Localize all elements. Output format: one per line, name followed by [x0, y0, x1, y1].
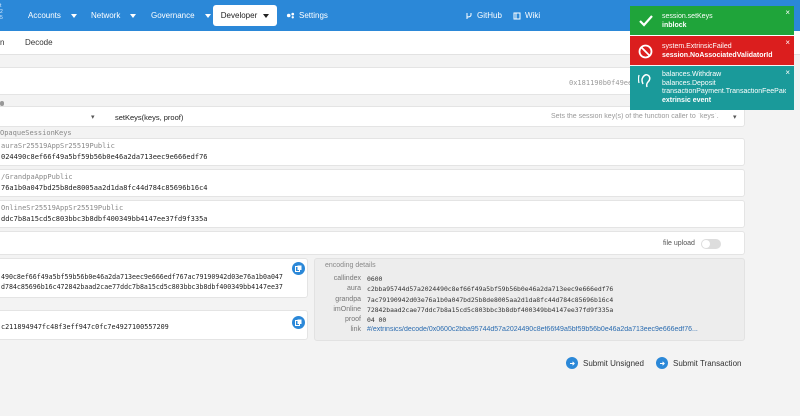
enc-val-grandpa: 7ac79190942d03e76a1b0a047bd25b8de8005aa2…: [367, 296, 614, 304]
encoded-hash-value: c211894947fc48f3eff947c0fc7e492710055720…: [1, 323, 169, 331]
encoded-call-hash[interactable]: c211894947fc48f3eff947c0fc7e492710055720…: [0, 310, 308, 340]
chevron-down-icon: [130, 13, 137, 18]
field-label: auraSr25519AppSr25519Public: [1, 142, 115, 150]
toast-error: system.ExtrinsicFailed session.NoAssocia…: [630, 36, 794, 65]
field-value: 024490c8ef66f49a5bf59b56b0e46a2da713eec9…: [1, 153, 208, 161]
tab-submission[interactable]: n: [0, 38, 4, 47]
nav-governance[interactable]: Governance: [151, 0, 211, 31]
nav-network-label: Network: [91, 11, 121, 20]
ban-icon: [638, 44, 653, 59]
aura-key-field[interactable]: auraSr25519AppSr25519Public 024490c8ef66…: [0, 138, 745, 166]
nav-developer[interactable]: Developer: [213, 5, 277, 26]
nav-developer-label: Developer: [220, 11, 258, 20]
close-icon[interactable]: ×: [785, 68, 790, 77]
nav-wiki-label: Wiki: [525, 11, 541, 20]
encoding-details-title: encoding details: [325, 262, 376, 269]
nav-accounts-label: Accounts: [28, 11, 61, 20]
github-icon: [466, 12, 472, 19]
field-label: /GrandpaAppPublic: [1, 173, 73, 181]
enc-val-callindex: 0600: [367, 275, 383, 283]
file-upload-label: file upload: [663, 240, 695, 247]
field-value: 76a1b0a047bd25b8de8005aa2d1da8fc44d784c8…: [1, 184, 208, 192]
enc-key-grandpa: grandpa: [335, 296, 361, 303]
toast-line: extrinsic event: [662, 96, 712, 104]
submit-transaction-label: Submit Transaction: [673, 358, 742, 368]
nav-accounts[interactable]: Accounts: [28, 0, 77, 31]
keys-type-label: OpaqueSessionKeys: [0, 129, 72, 137]
listen-icon: [638, 73, 651, 88]
module-dropdown-caret[interactable]: ▾: [91, 113, 95, 121]
toast-events: balances.Withdraw balances.Deposit trans…: [630, 66, 794, 110]
nav-settings[interactable]: Settings: [286, 0, 328, 31]
chevron-down-icon: [263, 13, 270, 18]
enc-val-aura: c2bba95744d57a2024490c8ef66f49a5bf59b56b…: [367, 285, 614, 293]
nav-github[interactable]: GitHub: [465, 0, 502, 31]
enc-link-value[interactable]: #/extrinsics/decode/0x0600c2bba95744d57a…: [367, 326, 735, 333]
nav-network[interactable]: Network: [91, 0, 137, 31]
chevron-down-icon: [204, 13, 211, 18]
call-description: Sets the session key(s) of the function …: [551, 113, 719, 120]
enc-key-link: link: [350, 326, 361, 333]
close-icon[interactable]: ×: [785, 38, 790, 47]
chain-selector-stub[interactable]: t 2 5: [0, 3, 10, 21]
nav-settings-label: Settings: [299, 11, 328, 20]
chevron-down-icon: [70, 13, 77, 18]
check-icon: [639, 15, 653, 27]
gear-icon: [286, 12, 295, 19]
chevron-down-icon[interactable]: ▾: [733, 113, 737, 121]
toast-line: system.ExtrinsicFailed: [662, 43, 732, 50]
enc-val-proof: 04 00: [367, 316, 387, 324]
sign-in-icon: [656, 357, 668, 369]
proof-field[interactable]: file upload: [0, 231, 745, 255]
toast-line: inblock: [662, 22, 687, 29]
nav-governance-label: Governance: [151, 11, 195, 20]
chain-stub-line: 5: [0, 15, 3, 21]
encoded-line-1: 490c8ef66f49a5bf59b56b0e46a2da713eec9e66…: [1, 273, 283, 281]
field-value: ddc7b8a15cd5c803bbc3b8dbf400349bb4147ee3…: [1, 215, 208, 223]
toast-line: balances.Withdraw: [662, 71, 722, 78]
enc-key-imonline: imOnline: [333, 306, 361, 313]
encoded-call-data[interactable]: 490c8ef66f49a5bf59b56b0e46a2da713eec9e66…: [0, 258, 308, 298]
book-icon: [513, 12, 521, 19]
submit-unsigned-label: Submit Unsigned: [583, 358, 644, 368]
submit-unsigned-button[interactable]: Submit Unsigned: [566, 357, 644, 369]
field-label: OnlineSr25519AppSr25519Public: [1, 204, 124, 212]
encoded-line-2: d784c85696b16c472842baad2cae77ddc7b8a15c…: [1, 283, 283, 291]
enc-key-proof: proof: [345, 316, 361, 323]
toast-line: session.NoAssociatedValidatorId: [662, 52, 773, 59]
call-dropdown[interactable]: setKeys(keys, proof): [115, 113, 183, 122]
enc-val-imonline: 72842baad2cae77ddc7b8a15cd5c803bbc3b8dbf…: [367, 306, 614, 314]
enc-key-aura: aura: [346, 285, 361, 292]
copy-icon[interactable]: [292, 262, 305, 275]
nav-wiki[interactable]: Wiki: [513, 0, 540, 31]
toast-line: session.setKeys: [662, 13, 713, 20]
imonline-key-field[interactable]: OnlineSr25519AppSr25519Public ddc7b8a15c…: [0, 200, 745, 228]
toast-line: transactionPayment.TransactionFeePaid: [662, 88, 786, 95]
toast-success: session.setKeys inblock ×: [630, 6, 794, 35]
close-icon[interactable]: ×: [785, 8, 790, 17]
tab-decode[interactable]: Decode: [25, 38, 53, 47]
file-upload-toggle[interactable]: [701, 239, 721, 249]
enc-key-callindex: callindex: [333, 275, 361, 282]
submit-transaction-button[interactable]: Submit Transaction: [656, 357, 741, 369]
sign-in-icon: [566, 357, 578, 369]
nav-github-label: GitHub: [477, 11, 502, 20]
toast-line: balances.Deposit: [662, 79, 716, 87]
call-hash-value: 0x181190b0f49ee7: [569, 79, 637, 87]
grandpa-key-field[interactable]: /GrandpaAppPublic 76a1b0a047bd25b8de8005…: [0, 169, 745, 197]
